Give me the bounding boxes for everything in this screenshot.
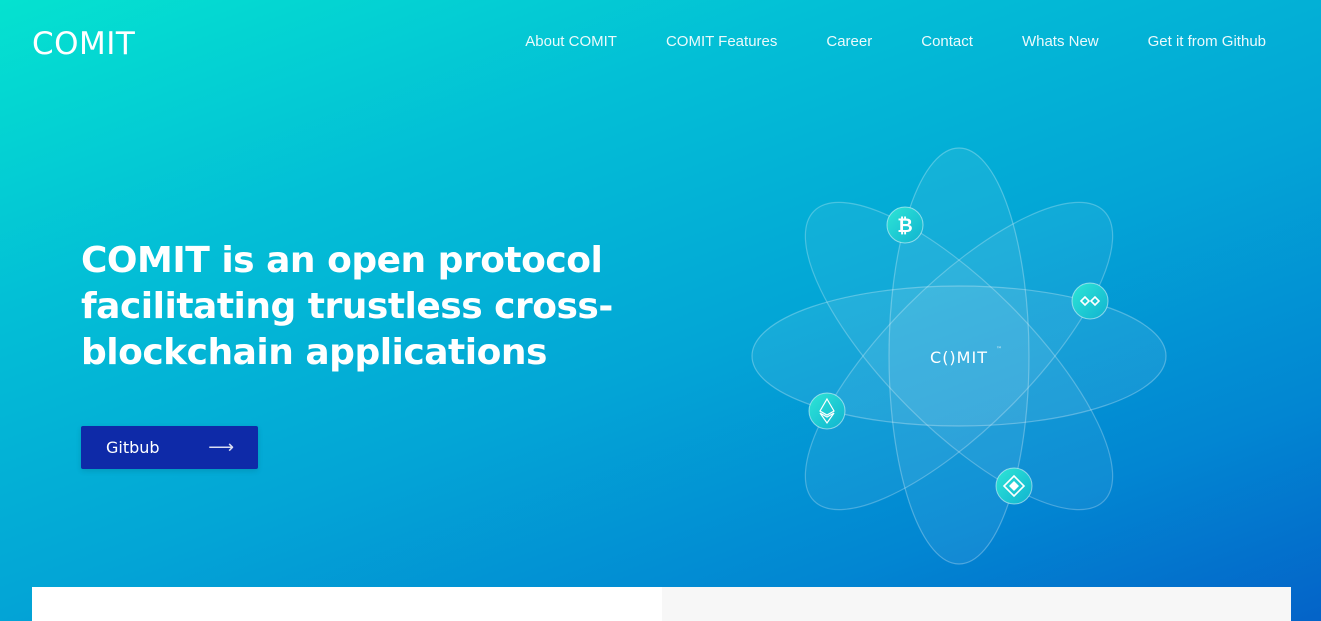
nav-link-contact[interactable]: Contact — [921, 33, 973, 50]
gitbub-button-label: Gitbub — [106, 438, 160, 457]
nav-link-features[interactable]: COMIT Features — [666, 33, 777, 50]
content-card-left — [32, 587, 662, 621]
infinity-coin-icon — [1071, 282, 1109, 320]
nav-link-about[interactable]: About COMIT — [525, 33, 617, 50]
center-comit-logo: C()MIT — [930, 348, 988, 367]
arrow-right-icon: ⟶ — [208, 437, 234, 458]
site-logo[interactable]: COMIT — [32, 26, 135, 62]
diamond-coin-icon — [995, 467, 1033, 505]
svg-text:₿: ₿ — [897, 215, 912, 237]
nav-link-career[interactable]: Career — [826, 33, 872, 50]
nav-link-whats-new[interactable]: Whats New — [1022, 33, 1099, 50]
gitbub-button[interactable]: Gitbub ⟶ — [81, 426, 258, 469]
hero-title: COMIT is an open protocol facilitating t… — [81, 240, 613, 373]
ethereum-icon — [808, 392, 846, 430]
main-nav: About COMIT COMIT Features Career Contac… — [525, 33, 1266, 50]
bitcoin-icon: ₿ — [886, 206, 924, 244]
content-card-right — [662, 587, 1291, 621]
orbit-illustration: C()MIT ™ ₿ — [751, 147, 1167, 565]
trademark-mark: ™ — [996, 346, 1002, 353]
nav-link-github[interactable]: Get it from Github — [1148, 33, 1266, 50]
